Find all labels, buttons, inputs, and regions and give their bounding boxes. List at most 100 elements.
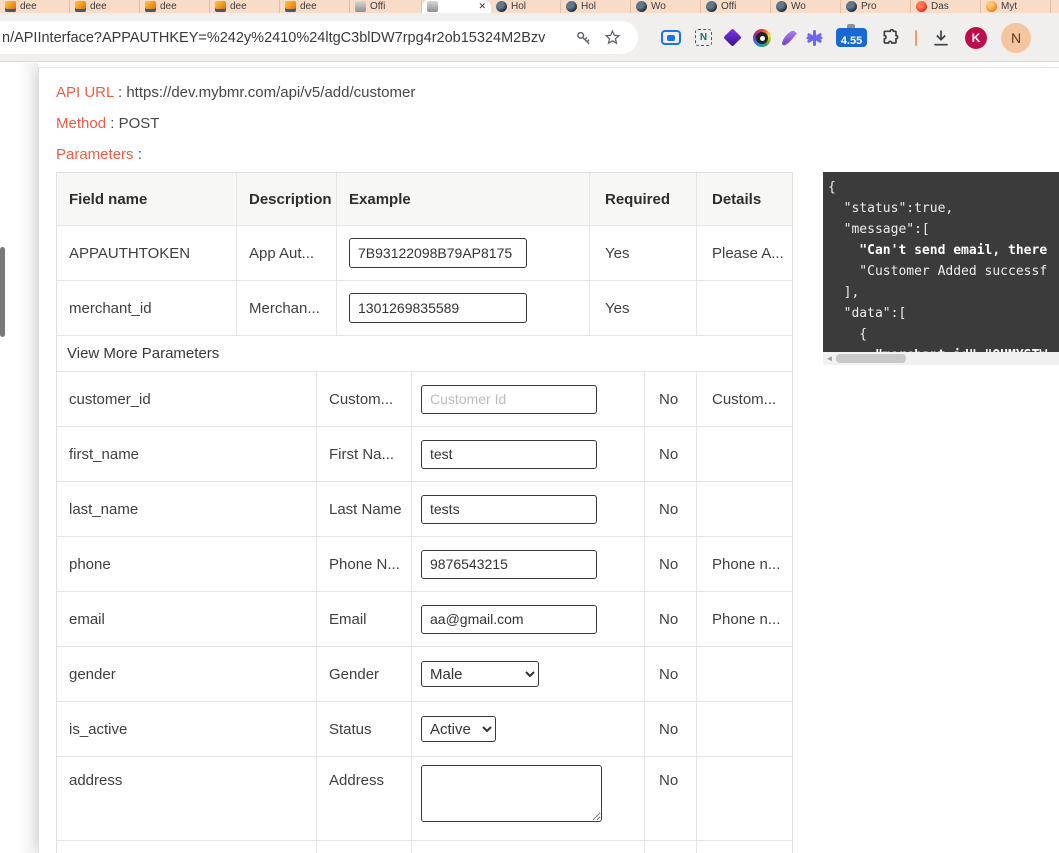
parameters-label: Parameters xyxy=(56,146,134,163)
header-details: Details xyxy=(712,190,762,208)
site-favicon xyxy=(986,1,997,12)
notion-clipper-icon[interactable]: N xyxy=(695,29,712,46)
table-row: customer_id Custom... No Custom... xyxy=(57,371,792,426)
browser-tab[interactable]: Hol xyxy=(491,0,561,13)
method-line: Method : POST xyxy=(56,115,160,132)
bookmark-star-icon[interactable] xyxy=(604,29,621,46)
downloads-icon[interactable] xyxy=(931,28,951,48)
header-field-name: Field name xyxy=(57,173,237,225)
phpmyadmin-favicon xyxy=(215,1,226,12)
table-row: last_name Last Name No xyxy=(57,481,792,536)
extensions-row: N 4.55 K N xyxy=(661,21,1031,54)
asterisk-extension-icon[interactable] xyxy=(806,29,823,46)
left-gutter xyxy=(0,63,38,853)
phpmyadmin-favicon xyxy=(145,1,156,12)
json-line: "data":[ xyxy=(828,306,907,321)
toolbar-separator xyxy=(915,29,917,46)
address-bar[interactable]: n/APIInterface?APPAUTHKEY=%242y%2410%24l… xyxy=(0,21,638,54)
status-select[interactable]: Active xyxy=(421,716,496,742)
site-favicon xyxy=(355,1,366,12)
last-name-input[interactable] xyxy=(421,494,597,524)
api-url-value: https://dev.mybmr.com/api/v5/add/custome… xyxy=(126,84,416,101)
browser-window: dee dee dee dee dee Offi ✕ Hol Hol Wo Of… xyxy=(0,0,1059,853)
page-content: API URL : https://dev.mybmr.com/api/v5/a… xyxy=(0,63,1059,853)
json-line: { xyxy=(828,180,836,195)
site-favicon xyxy=(566,1,577,12)
table-row: is_active Status Active No xyxy=(57,701,792,756)
phpmyadmin-favicon xyxy=(75,1,86,12)
parameters-table: Field name Description Example Required … xyxy=(56,172,793,853)
browser-tab[interactable]: dee xyxy=(0,0,70,13)
header-description: Description xyxy=(237,173,337,225)
json-line: "message":[ xyxy=(828,222,930,237)
browser-tab[interactable]: Wo xyxy=(771,0,841,13)
browser-tab[interactable]: Hol xyxy=(561,0,631,13)
table-row: APPAUTHTOKEN App Aut... Yes Please A... xyxy=(57,225,792,280)
phpmyadmin-favicon xyxy=(5,1,16,12)
diamond-extension-icon[interactable] xyxy=(723,28,742,47)
url-text: n/APIInterface?APPAUTHKEY=%242y%2410%24l… xyxy=(2,29,545,46)
json-line: ], xyxy=(828,285,860,300)
extensions-puzzle-icon[interactable] xyxy=(881,28,901,48)
table-row: merchant_id Merchan... Yes xyxy=(57,280,792,335)
site-favicon xyxy=(427,1,438,12)
json-line: { xyxy=(828,327,868,342)
phpmyadmin-favicon xyxy=(285,1,296,12)
table-row: first_name First Na... No xyxy=(57,426,792,481)
browser-tab[interactable]: Offi xyxy=(701,0,771,13)
api-url-label: API URL xyxy=(56,84,114,101)
browser-tab[interactable]: dee xyxy=(210,0,280,13)
browser-tab-active[interactable]: ✕ xyxy=(422,0,491,13)
browser-tab[interactable]: Wo xyxy=(631,0,701,13)
json-line: "merchant_id":"OHMYSTW xyxy=(828,345,1059,352)
table-row: birth_date Birth Date No xyxy=(57,840,792,853)
gender-select[interactable]: Male xyxy=(421,661,539,687)
tab-close-icon[interactable]: ✕ xyxy=(478,2,486,11)
camera-extension-icon[interactable] xyxy=(753,28,771,47)
left-scrollbar-thumb[interactable] xyxy=(0,247,5,337)
site-favicon xyxy=(916,1,927,12)
browser-tab[interactable]: dee xyxy=(280,0,350,13)
browser-tab[interactable]: Myt xyxy=(981,0,1051,13)
email-input[interactable] xyxy=(421,604,597,634)
customer-id-input[interactable] xyxy=(421,384,597,414)
site-favicon xyxy=(776,1,787,12)
first-name-input[interactable] xyxy=(421,439,597,469)
profile-avatar-n[interactable]: N xyxy=(1001,22,1031,53)
browser-tab[interactable]: dee xyxy=(70,0,140,13)
browser-tab[interactable]: dee xyxy=(140,0,210,13)
merchant-id-input[interactable] xyxy=(349,293,527,323)
site-favicon xyxy=(846,1,857,12)
browser-tab[interactable]: Das xyxy=(911,0,981,13)
browser-tab[interactable]: Offi xyxy=(350,0,422,13)
account-avatar-k[interactable]: K xyxy=(965,26,987,49)
json-line: "Customer Added successf xyxy=(828,264,1048,279)
json-line: "status":true, xyxy=(828,201,954,216)
json-panel-hscrollbar[interactable]: ◄ xyxy=(823,352,1059,365)
view-more-parameters[interactable]: View More Parameters xyxy=(57,335,792,371)
api-url-line: API URL : https://dev.mybmr.com/api/v5/a… xyxy=(56,84,416,101)
table-header-row: Field name Description Example Required … xyxy=(57,173,792,225)
hscrollbar-thumb[interactable] xyxy=(836,354,906,363)
address-textarea[interactable] xyxy=(421,765,602,822)
method-label: Method xyxy=(56,115,107,132)
timer-badge-icon[interactable]: 4.55 xyxy=(836,24,867,47)
tab-strip: dee dee dee dee dee Offi ✕ Hol Hol Wo Of… xyxy=(0,0,1059,13)
site-favicon xyxy=(706,1,717,12)
json-line: "Can't send email, there xyxy=(828,243,1048,258)
method-value: POST xyxy=(118,115,160,132)
table-row: gender Gender Male No xyxy=(57,646,792,701)
header-example: Example xyxy=(337,173,590,225)
appauthtoken-input[interactable] xyxy=(349,238,527,268)
site-favicon xyxy=(636,1,647,12)
scroll-left-arrow-icon[interactable]: ◄ xyxy=(823,352,836,365)
phone-input[interactable] xyxy=(421,549,597,579)
table-row: phone Phone N... No Phone n... xyxy=(57,536,792,591)
parameters-line: Parameters : xyxy=(56,146,142,163)
site-favicon xyxy=(496,1,507,12)
key-icon[interactable] xyxy=(575,29,592,46)
response-json-panel: { "status":true, "message":[ "Can't send… xyxy=(823,172,1059,352)
picture-in-picture-icon[interactable] xyxy=(661,30,681,45)
browser-tab[interactable]: Pro xyxy=(841,0,911,13)
feather-extension-icon[interactable] xyxy=(780,28,797,47)
